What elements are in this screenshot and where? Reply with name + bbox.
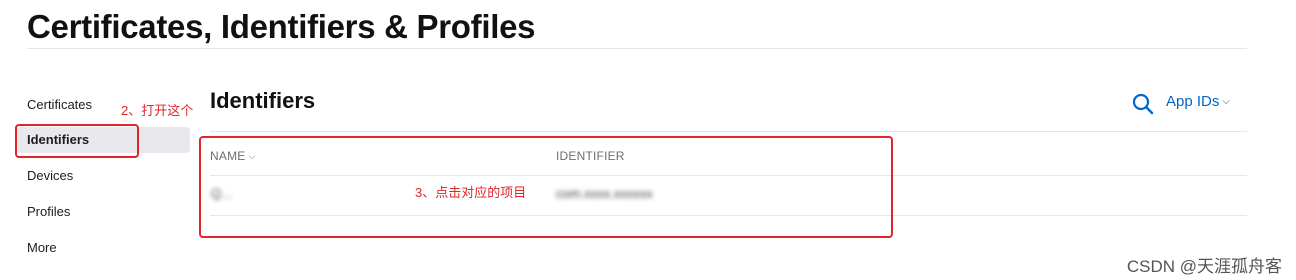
annotation-box-sidebar xyxy=(15,124,139,158)
app-ids-filter-dropdown[interactable]: App IDs ⌵ xyxy=(1166,93,1230,110)
page-title: Certificates, Identifiers & Profiles xyxy=(27,8,536,45)
sidebar-item-profiles[interactable]: Profiles xyxy=(16,199,190,225)
sidebar-item-more[interactable]: More xyxy=(16,235,190,261)
annotation-box-table xyxy=(199,136,893,238)
sidebar-item-devices[interactable]: Devices xyxy=(16,163,190,189)
content-divider xyxy=(210,131,1247,132)
annotation-step2-text: 2、打开这个 xyxy=(121,103,194,118)
watermark: CSDN @天涯孤舟客 xyxy=(1126,257,1282,276)
search-icon[interactable] xyxy=(1131,92,1155,116)
section-title: Identifiers xyxy=(210,88,316,113)
annotation-step3-text: 3、点击对应的项目 xyxy=(415,185,527,200)
filter-label: App IDs xyxy=(1166,93,1220,110)
chevron-down-icon: ⌵ xyxy=(1222,96,1230,107)
title-divider xyxy=(27,48,1247,49)
